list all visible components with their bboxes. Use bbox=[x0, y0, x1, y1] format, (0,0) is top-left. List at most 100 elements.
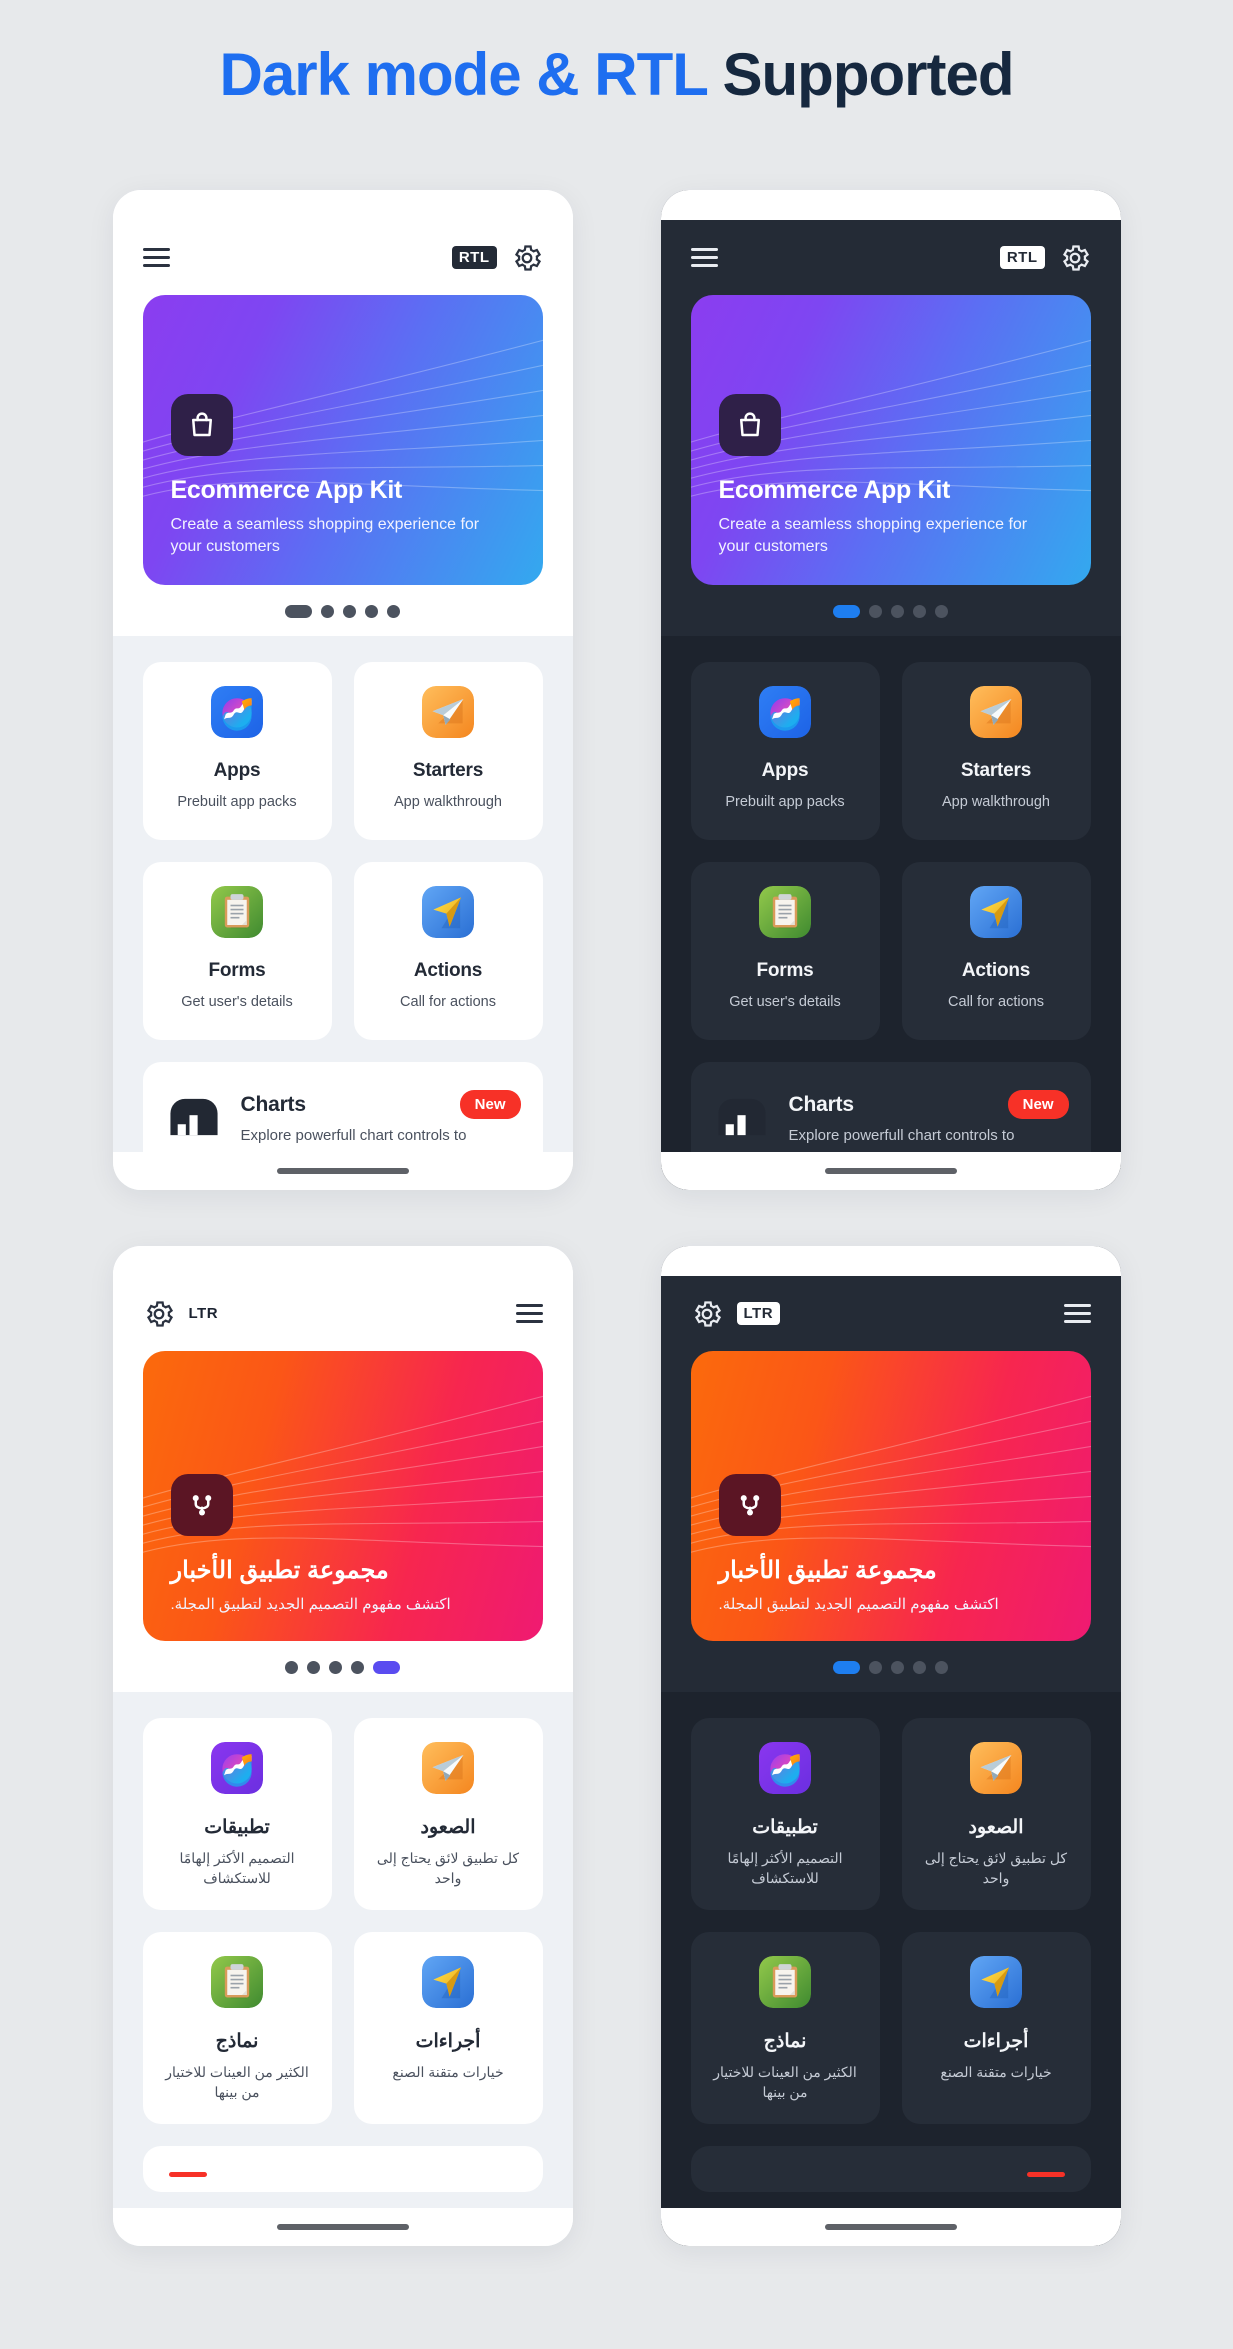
status-bar-strip bbox=[112, 1246, 573, 1276]
feature-tile-subtitle: Call for actions bbox=[948, 994, 1044, 1010]
direction-badge[interactable]: LTR bbox=[736, 1301, 781, 1326]
feature-tile-subtitle: خيارات متقنة الصنع bbox=[392, 2064, 504, 2081]
hamburger-menu-button[interactable] bbox=[1063, 1304, 1091, 1323]
feature-tile[interactable]: تطبيقات التصميم الأكثر إلهامًا للاستكشاف bbox=[142, 1718, 332, 1911]
feature-tile[interactable]: تطبيقات التصميم الأكثر إلهامًا للاستكشاف bbox=[690, 1718, 880, 1911]
feature-tile-title: Apps bbox=[213, 760, 261, 781]
carousel-dot[interactable] bbox=[329, 1661, 342, 1674]
gear-icon[interactable] bbox=[143, 1298, 175, 1330]
feature-tile[interactable]: نماذج الكثير من العينات للاختيار من بينها bbox=[690, 1932, 880, 2125]
feature-grid: Apps Prebuilt app packs Starters App walkt… bbox=[690, 662, 1091, 1040]
feature-tile[interactable]: نماذج الكثير من العينات للاختيار من بينها bbox=[142, 1932, 332, 2125]
carousel-dot[interactable] bbox=[935, 605, 948, 618]
feature-tile[interactable]: Actions Call for actions bbox=[353, 862, 543, 1040]
gear-icon[interactable] bbox=[511, 242, 543, 274]
hamburger-menu-button[interactable] bbox=[142, 248, 170, 267]
feature-grid: الصعود كل تطبيق لائق يحتاج إلى واحد تطبيق… bbox=[690, 1718, 1091, 2125]
carousel-dot[interactable] bbox=[373, 1661, 400, 1674]
feature-tile-title: Starters bbox=[412, 760, 484, 781]
feature-tile-title: أجراءات bbox=[963, 2031, 1029, 2053]
gear-icon[interactable] bbox=[691, 1298, 723, 1330]
banner-carousel: Ecommerce App Kit Create a seamless shopp… bbox=[113, 295, 573, 585]
direction-badge[interactable]: RTL bbox=[451, 245, 497, 270]
carousel-dot[interactable] bbox=[285, 1661, 298, 1674]
carousel-dot[interactable] bbox=[285, 605, 312, 618]
carousel-dot[interactable] bbox=[307, 1661, 320, 1674]
feature-tile-subtitle: كل تطبيق لائق يحتاج إلى واحد bbox=[924, 1850, 1068, 1886]
feature-tile[interactable]: Apps Prebuilt app packs bbox=[142, 662, 332, 840]
feature-tile[interactable]: Actions Call for actions bbox=[901, 862, 1091, 1040]
feature-tile[interactable]: Forms Get user's details bbox=[690, 862, 880, 1040]
feature-tile[interactable]: أجراءات خيارات متقنة الصنع bbox=[353, 1932, 543, 2125]
feature-tile-title: Forms bbox=[756, 960, 814, 981]
carousel-dot[interactable] bbox=[869, 605, 882, 618]
banner-title: مجموعة تطبيق الأخبار bbox=[718, 1556, 938, 1584]
feature-tile[interactable]: أجراءات خيارات متقنة الصنع bbox=[901, 1932, 1091, 2125]
home-indicator[interactable] bbox=[824, 1168, 957, 1174]
app-bar: LTR bbox=[112, 1276, 573, 1351]
banner-card[interactable]: Ecommerce App Kit Create a seamless shopp… bbox=[690, 295, 1091, 585]
banner-carousel: Ecommerce App Kit Create a seamless shopp… bbox=[661, 295, 1121, 585]
feature-tile[interactable]: Forms Get user's details bbox=[142, 862, 332, 1040]
hamburger-menu-button[interactable] bbox=[690, 248, 718, 267]
carousel-dot[interactable] bbox=[351, 1661, 364, 1674]
home-indicator-area bbox=[112, 2208, 573, 2246]
banner-title: Ecommerce App Kit bbox=[718, 475, 951, 504]
direction-badge[interactable]: RTL bbox=[999, 245, 1045, 270]
home-indicator[interactable] bbox=[276, 2224, 409, 2230]
banner-carousel: مجموعة تطبيق الأخبار اكتشف مفهوم التصميم … bbox=[661, 1351, 1121, 1641]
banner-card[interactable]: Ecommerce App Kit Create a seamless shopp… bbox=[142, 295, 543, 585]
partial-card-marker bbox=[168, 2172, 207, 2178]
carousel-dot[interactable] bbox=[935, 1661, 948, 1674]
feature-tile[interactable]: Starters App walkthrough bbox=[353, 662, 543, 840]
banner-subtitle: Create a seamless shopping experience fo… bbox=[718, 515, 1028, 556]
carousel-dot[interactable] bbox=[913, 1661, 926, 1674]
feature-tile-subtitle: Prebuilt app packs bbox=[177, 794, 297, 810]
feature-tile-title: نماذج bbox=[215, 2031, 259, 2053]
feature-tile-title: أجراءات bbox=[415, 2031, 481, 2053]
partial-card[interactable] bbox=[142, 2146, 543, 2193]
direction-badge[interactable]: LTR bbox=[189, 1302, 226, 1325]
banner-card[interactable]: مجموعة تطبيق الأخبار اكتشف مفهوم التصميم … bbox=[142, 1351, 543, 1641]
partial-card[interactable] bbox=[690, 2146, 1091, 2193]
carousel-dot[interactable] bbox=[365, 605, 378, 618]
app-bar: RTL bbox=[112, 220, 573, 295]
feature-tile[interactable]: الصعود كل تطبيق لائق يحتاج إلى واحد bbox=[901, 1718, 1091, 1911]
new-badge: New bbox=[459, 1090, 521, 1119]
gear-icon[interactable] bbox=[1059, 242, 1091, 274]
carousel-dot[interactable] bbox=[833, 605, 860, 618]
navigation-arrow-icon bbox=[422, 886, 474, 938]
carousel-dot[interactable] bbox=[343, 605, 356, 618]
partial-card-marker bbox=[1026, 2172, 1065, 2178]
carousel-dot[interactable] bbox=[869, 1661, 882, 1674]
feature-tile-subtitle: التصميم الأكثر إلهامًا للاستكشاف bbox=[179, 1850, 295, 1886]
clipboard-icon bbox=[211, 886, 263, 938]
git-branch-icon bbox=[718, 1473, 781, 1536]
hamburger-menu-button[interactable] bbox=[515, 1304, 543, 1323]
home-indicator[interactable] bbox=[824, 2224, 957, 2230]
feature-tile[interactable]: الصعود كل تطبيق لائق يحتاج إلى واحد bbox=[353, 1718, 543, 1911]
charts-row-title: Charts bbox=[788, 1092, 855, 1116]
carousel-dot[interactable] bbox=[833, 1661, 860, 1674]
bar-chart-icon bbox=[713, 1088, 771, 1146]
feature-tile[interactable]: Starters App walkthrough bbox=[901, 662, 1091, 840]
carousel-dot[interactable] bbox=[387, 605, 400, 618]
feature-tile-subtitle: Get user's details bbox=[181, 994, 293, 1010]
carousel-dot[interactable] bbox=[913, 605, 926, 618]
banner-subtitle: اكتشف مفهوم التصميم الجديد لتطبيق المجلة… bbox=[170, 1595, 451, 1613]
home-indicator[interactable] bbox=[276, 1168, 409, 1174]
banner-subtitle: Create a seamless shopping experience fo… bbox=[170, 515, 480, 556]
feature-tile-title: Starters bbox=[960, 760, 1032, 781]
content-sheet: Apps Prebuilt app packs Starters App walkt… bbox=[112, 636, 573, 1190]
navigation-arrow-icon bbox=[970, 1956, 1022, 2009]
home-indicator-area bbox=[660, 2208, 1121, 2246]
charts-row-body: Charts New Explore powerfull chart control… bbox=[789, 1090, 1069, 1144]
phone-mockup-dark-ltr-arabic: LTR مجموعة تطبيق الأخبار اكتشف مفهوم التص… bbox=[660, 1246, 1121, 2246]
banner-card[interactable]: مجموعة تطبيق الأخبار اكتشف مفهوم التصميم … bbox=[690, 1351, 1091, 1641]
carousel-dot[interactable] bbox=[891, 1661, 904, 1674]
carousel-dot[interactable] bbox=[321, 605, 334, 618]
feature-tile[interactable]: Apps Prebuilt app packs bbox=[690, 662, 880, 840]
carousel-dot[interactable] bbox=[891, 605, 904, 618]
page-title-rest: Supported bbox=[706, 41, 1015, 108]
feature-tile-subtitle: الكثير من العينات للاختيار من بينها bbox=[165, 2064, 309, 2100]
